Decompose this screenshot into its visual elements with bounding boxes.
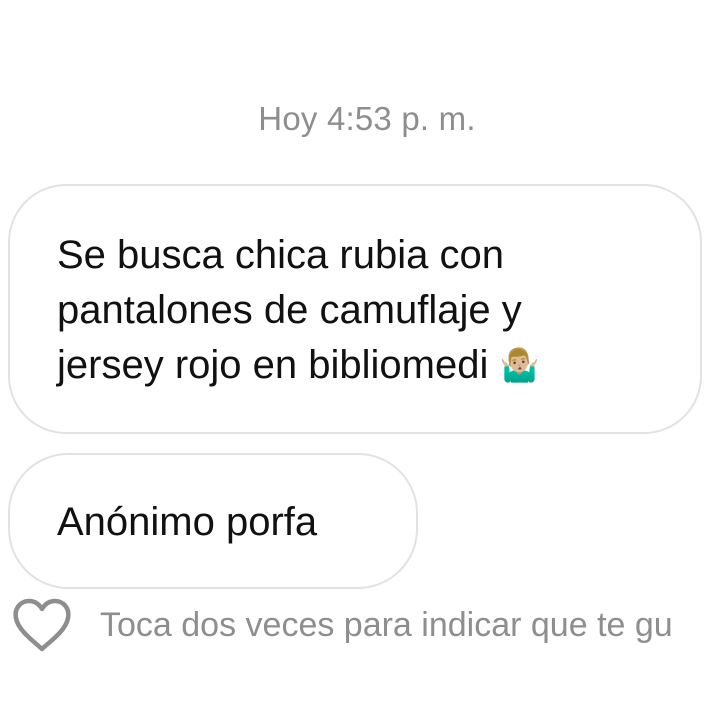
heart-outline-icon[interactable] (12, 598, 72, 654)
message-text: Se busca chica rubia con pantalones de c… (57, 233, 540, 387)
message-bubble[interactable]: Se busca chica rubia con pantalones de c… (8, 184, 702, 434)
message-text: Anónimo porfa (57, 500, 318, 544)
like-hint-text: Toca dos veces para indicar que te gu (100, 606, 673, 644)
shrug-emoji-icon: 🤷🏼‍♂️ (499, 346, 540, 384)
message-bubble[interactable]: Anónimo porfa (8, 453, 418, 589)
message-timestamp: Hoy 4:53 p. m. (258, 100, 476, 137)
like-hint-row: Toca dos veces para indicar que te gu (12, 596, 704, 658)
